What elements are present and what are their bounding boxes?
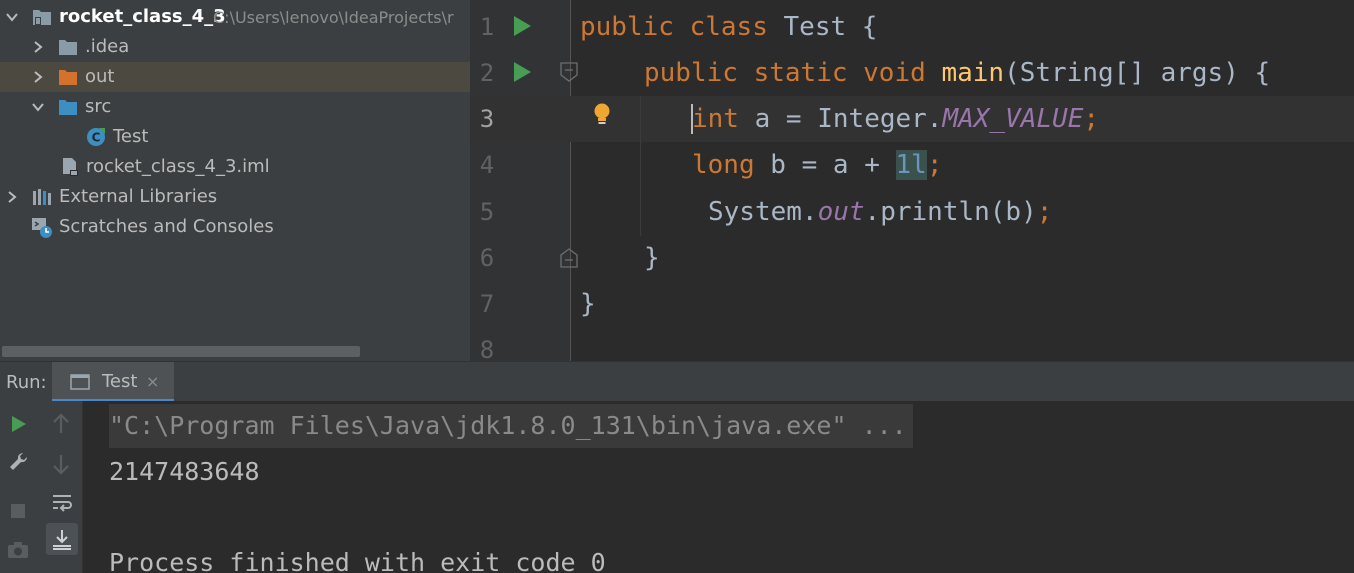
- tree-item-label: out: [85, 66, 115, 87]
- tree-item-external-libraries[interactable]: External Libraries: [0, 182, 470, 212]
- code-token: long: [692, 150, 755, 180]
- indent-guide: [640, 96, 641, 236]
- run-tab-test[interactable]: Test ×: [52, 362, 174, 402]
- arrow-up-icon[interactable]: [52, 413, 70, 435]
- project-folder-icon: [33, 10, 51, 25]
- code-token: Test {: [767, 12, 878, 42]
- fold-start-icon[interactable]: [560, 62, 578, 82]
- svg-text:C: C: [92, 131, 101, 145]
- scroll-to-end-icon: [53, 530, 71, 550]
- rerun-icon[interactable]: [11, 415, 27, 433]
- line-number: 2: [479, 59, 495, 87]
- code-token: public: [644, 58, 738, 88]
- stop-icon[interactable]: [10, 503, 26, 519]
- scratches-icon: [32, 218, 52, 238]
- code-line-1: public class Test {: [580, 4, 877, 50]
- tree-item-label: External Libraries: [59, 186, 218, 207]
- line-number: 6: [479, 244, 495, 272]
- close-tab-icon[interactable]: ×: [146, 372, 159, 391]
- fold-end-icon[interactable]: [560, 248, 578, 268]
- tree-item-iml[interactable]: rocket_class_4_3.iml: [0, 152, 470, 182]
- console-icon: [70, 374, 90, 390]
- run-tab-label: Test: [102, 371, 138, 392]
- line-number: 1: [479, 13, 495, 41]
- tree-item-src[interactable]: src: [0, 92, 470, 122]
- arrow-down-icon[interactable]: [52, 453, 70, 475]
- code-token: public: [580, 12, 674, 42]
- run-main-gutter-icon[interactable]: [514, 62, 531, 82]
- code-token: .println(b): [864, 197, 1037, 227]
- code-token: out: [817, 197, 865, 227]
- libraries-icon: [33, 189, 51, 205]
- tree-item-out[interactable]: out: [0, 62, 470, 92]
- tree-item-test[interactable]: C Test: [0, 122, 470, 152]
- camera-icon[interactable]: [7, 541, 29, 559]
- java-class-icon: C: [87, 128, 105, 146]
- folder-source-icon: [59, 100, 77, 115]
- tree-item-label: Test: [113, 126, 149, 147]
- tree-item-idea[interactable]: .idea: [0, 32, 470, 62]
- project-tool-window: rocket_class_4_3 C:\Users\lenovo\IdeaPro…: [0, 0, 470, 361]
- code-token: MAX_VALUE: [942, 104, 1084, 134]
- code-token: class: [689, 12, 768, 42]
- wrench-icon[interactable]: [8, 451, 30, 473]
- console-output[interactable]: "C:\Program Files\Java\jdk1.8.0_131\bin\…: [83, 401, 1354, 573]
- tree-item-label: .idea: [85, 36, 130, 57]
- code-token: ;: [1036, 197, 1053, 227]
- code-token: (String[] args) {: [1004, 58, 1271, 88]
- run-class-gutter-icon[interactable]: [514, 16, 531, 36]
- code-line-6: }: [644, 243, 660, 273]
- tree-item-label: Scratches and Consoles: [59, 216, 274, 237]
- project-root-path: C:\Users\lenovo\IdeaProjects\r: [213, 8, 454, 27]
- line-number: 3: [479, 105, 495, 133]
- code-line-4: long b = a + 1l;: [692, 142, 942, 188]
- code-token: int: [692, 104, 739, 134]
- chevron-right-icon[interactable]: [5, 190, 19, 204]
- run-toolbar-primary: [0, 401, 40, 573]
- chevron-down-icon[interactable]: [31, 100, 45, 114]
- horizontal-scrollbar[interactable]: [2, 346, 360, 357]
- code-token: void: [863, 58, 926, 88]
- run-panel-header: Run: Test ×: [0, 361, 1354, 402]
- code-token: static: [753, 58, 848, 88]
- code-token: main: [941, 58, 1005, 88]
- iml-file-icon: [63, 158, 78, 176]
- lightbulb-icon[interactable]: [592, 102, 612, 128]
- line-number: 7: [479, 290, 495, 318]
- tree-item-label: src: [85, 96, 112, 117]
- folder-icon: [59, 40, 77, 55]
- run-panel-label: Run:: [6, 372, 47, 393]
- tree-item-label: rocket_class_4_3.iml: [86, 156, 270, 177]
- run-toolbar-secondary: [40, 401, 83, 573]
- code-token: a = Integer.: [738, 104, 943, 134]
- soft-wrap-icon[interactable]: [51, 491, 73, 513]
- line-number: 5: [479, 198, 495, 226]
- chevron-right-icon[interactable]: [31, 70, 45, 84]
- chevron-down-icon[interactable]: [5, 10, 19, 24]
- code-token: ;: [1083, 104, 1100, 134]
- folder-orange-icon: [59, 70, 77, 85]
- chevron-right-icon[interactable]: [31, 40, 45, 54]
- console-output-line: 2147483648: [109, 457, 260, 486]
- code-token: ;: [926, 150, 943, 180]
- code-line-3: int a = Integer.MAX_VALUE;: [692, 96, 1099, 142]
- code-token: b = a +: [754, 150, 896, 180]
- project-root-name: rocket_class_4_3: [59, 6, 226, 27]
- code-line-7: }: [580, 289, 596, 319]
- tree-item-scratches[interactable]: Scratches and Consoles: [0, 212, 470, 242]
- code-token-highlighted: 1l: [895, 150, 927, 180]
- line-number: 4: [479, 151, 495, 179]
- code-line-2: public static void main(String[] args) {: [644, 50, 1270, 96]
- tree-root-row[interactable]: rocket_class_4_3 C:\Users\lenovo\IdeaPro…: [0, 2, 470, 32]
- code-line-5: System.out.println(b);: [708, 189, 1052, 235]
- code-token: System.: [708, 197, 818, 227]
- scroll-to-end-button[interactable]: [46, 523, 78, 555]
- console-command-line: "C:\Program Files\Java\jdk1.8.0_131\bin\…: [109, 404, 913, 448]
- console-exit-line: Process finished with exit code 0: [109, 548, 606, 573]
